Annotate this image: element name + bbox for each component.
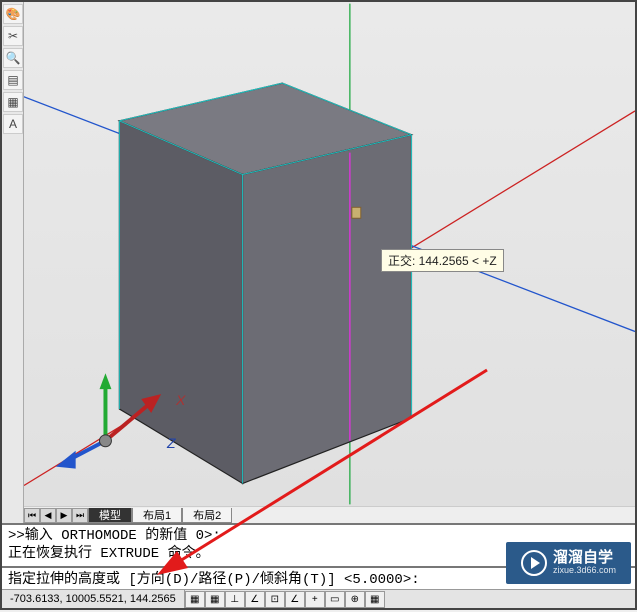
axis-label-z: Z (167, 435, 176, 451)
tab-nav-first[interactable]: ⏮ (24, 508, 40, 523)
table-icon[interactable]: ▦ (3, 92, 23, 112)
status-polar-icon[interactable]: ∠ (245, 591, 265, 608)
status-ducs-icon[interactable]: + (305, 591, 325, 608)
watermark-url: zixue.3d66.com (553, 566, 616, 576)
viewport[interactable]: X Z 正交: 144.2565 < +Z (24, 2, 635, 506)
layers-icon[interactable]: ▤ (3, 70, 23, 90)
status-bar: -703.6133, 10005.5521, 144.2565 ▦ ▦ ⊥ ∠ … (2, 589, 635, 608)
tab-model[interactable]: 模型 (88, 508, 132, 523)
status-otrack-icon[interactable]: ∠ (285, 591, 305, 608)
layout-tab-bar: ⏮ ◀ ▶ ⏭ 模型 布局1 布局2 (24, 506, 635, 523)
box-front (243, 135, 412, 484)
status-snap-icon[interactable]: ▦ (185, 591, 205, 608)
axis-label-x: X (176, 392, 185, 408)
tab-nav-next[interactable]: ▶ (56, 508, 72, 523)
scissors-icon[interactable]: ✂ (3, 26, 23, 46)
status-model-icon[interactable]: ▦ (365, 591, 385, 608)
pick-marker (352, 207, 361, 218)
status-osnap-icon[interactable]: ⊡ (265, 591, 285, 608)
watermark-logo: 溜溜自学 zixue.3d66.com (506, 542, 631, 584)
coordinate-readout: -703.6133, 10005.5521, 144.2565 (2, 590, 185, 608)
status-lwt-icon[interactable]: ⊕ (345, 591, 365, 608)
ortho-tooltip: 正交: 144.2565 < +Z (381, 249, 504, 272)
status-dyn-icon[interactable]: ▭ (325, 591, 345, 608)
tab-layout1[interactable]: 布局1 (132, 508, 182, 523)
play-icon (521, 550, 547, 576)
box-left (119, 121, 242, 484)
zoom-icon[interactable]: 🔍 (3, 48, 23, 68)
tab-nav-prev[interactable]: ◀ (40, 508, 56, 523)
palette-icon[interactable]: 🎨 (3, 4, 23, 24)
status-grid-icon[interactable]: ▦ (205, 591, 225, 608)
watermark-title: 溜溜自学 (553, 550, 616, 567)
tab-layout2[interactable]: 布局2 (182, 508, 232, 523)
tab-nav-last[interactable]: ⏭ (72, 508, 88, 523)
status-ortho-icon[interactable]: ⊥ (225, 591, 245, 608)
left-toolbar: 🎨 ✂ 🔍 ▤ ▦ A (2, 2, 24, 523)
text-a-icon[interactable]: A (3, 114, 23, 134)
